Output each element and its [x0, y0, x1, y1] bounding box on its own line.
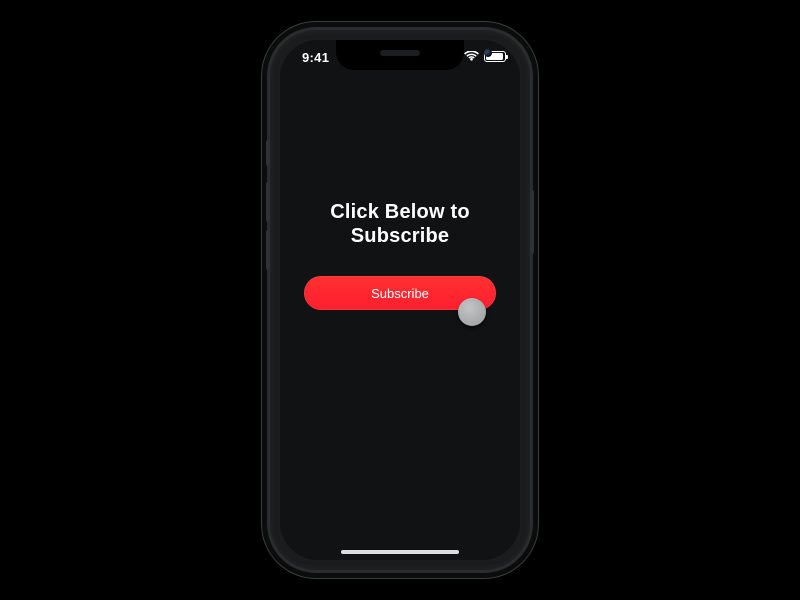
screen-content: Click Below to Subscribe Subscribe	[280, 40, 520, 560]
phone-screen: 9:41	[280, 40, 520, 560]
headline: Click Below to Subscribe	[330, 200, 470, 248]
volume-up-button[interactable]	[266, 182, 270, 222]
power-button[interactable]	[530, 190, 534, 254]
volume-down-button[interactable]	[266, 230, 270, 270]
silence-switch[interactable]	[266, 140, 270, 166]
stage: 9:41	[0, 0, 800, 600]
status-time: 9:41	[302, 50, 329, 65]
headline-line-1: Click Below to	[330, 200, 470, 224]
speaker-grille	[380, 50, 420, 56]
headline-line-2: Subscribe	[330, 224, 470, 248]
touch-cursor-icon	[458, 298, 486, 326]
front-camera-icon	[484, 49, 492, 57]
subscribe-button-wrap: Subscribe	[304, 276, 496, 310]
home-indicator[interactable]	[341, 550, 459, 554]
phone-frame: 9:41	[270, 30, 530, 570]
wifi-icon	[464, 51, 479, 62]
